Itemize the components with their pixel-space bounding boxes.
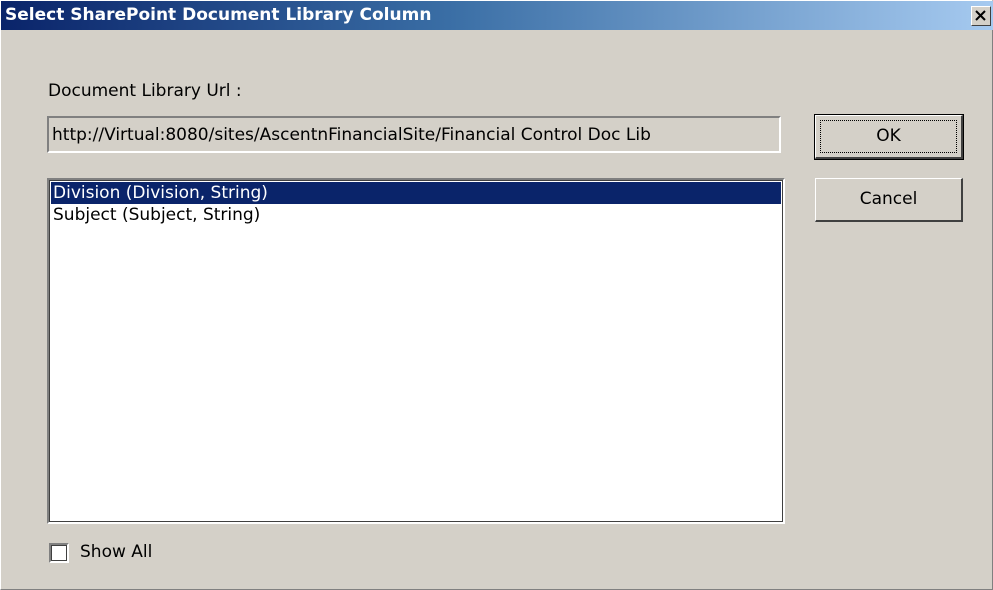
list-item-division[interactable]: Division (Division, String) [51,182,781,204]
ok-button[interactable]: OK [814,114,964,160]
url-label: Document Library Url : [48,81,242,101]
close-icon [975,10,986,21]
cancel-button[interactable]: Cancel [815,178,963,222]
list-item-subject[interactable]: Subject (Subject, String) [51,204,781,226]
close-button[interactable] [971,6,991,26]
show-all-label[interactable]: Show All [80,542,152,562]
url-value: http://Virtual:8080/sites/AscentnFinanci… [52,125,651,145]
show-all-checkbox[interactable] [49,543,69,563]
window-title: Select SharePoint Document Library Colum… [5,5,432,25]
url-field[interactable]: http://Virtual:8080/sites/AscentnFinanci… [47,116,781,153]
column-listbox[interactable]: Division (Division, String) Subject (Sub… [47,178,785,524]
cancel-label: Cancel [859,189,918,209]
title-bar[interactable]: Select SharePoint Document Library Colum… [1,1,993,30]
focus-ring [820,120,957,153]
dialog-window: Select SharePoint Document Library Colum… [0,0,993,590]
